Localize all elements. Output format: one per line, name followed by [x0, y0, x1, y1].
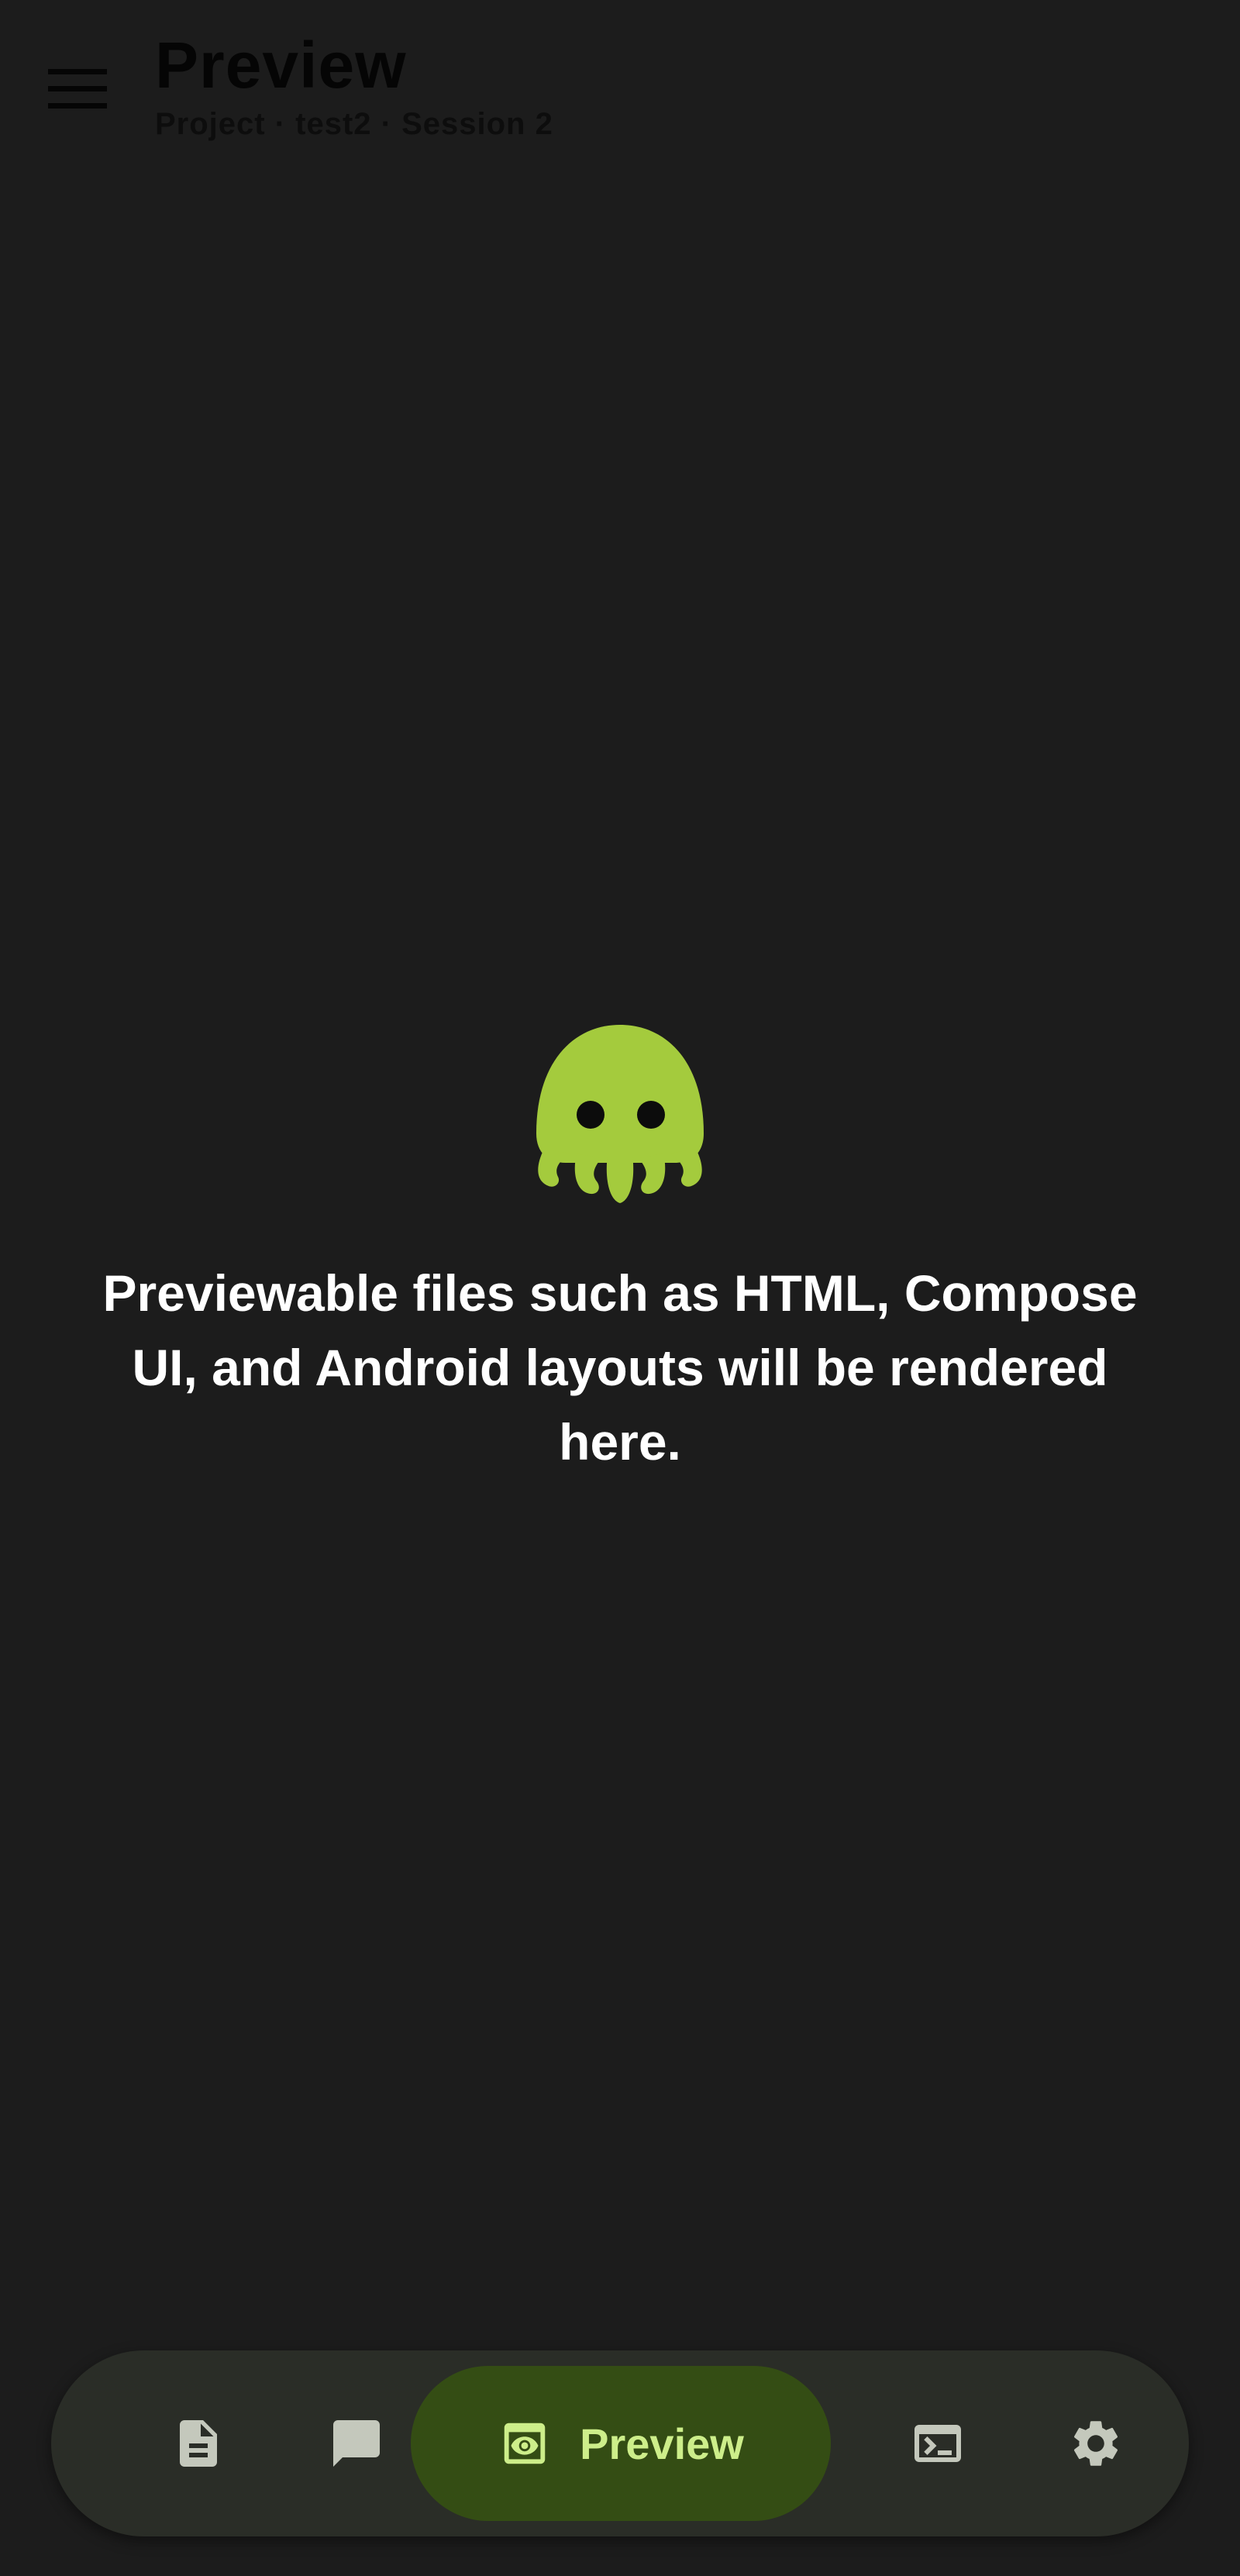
hamburger-menu-icon — [48, 69, 107, 109]
menu-button[interactable] — [31, 47, 124, 132]
top-app-bar: Preview Project · test2 · Session 2 — [0, 0, 1240, 171]
nav-preview-button[interactable]: Preview — [411, 2366, 831, 2521]
page-title: Preview — [155, 29, 407, 102]
title-block: Preview Project · test2 · Session 2 — [155, 22, 553, 146]
gear-icon — [1073, 2421, 1118, 2466]
nav-chat-button[interactable] — [302, 2389, 411, 2498]
chat-icon — [333, 2420, 380, 2467]
terminal-icon — [914, 2425, 961, 2462]
bottom-navigation-bar: Preview — [51, 2350, 1189, 2536]
empty-state: Previewable files such as HTML, Compose … — [78, 1016, 1162, 1479]
document-icon — [180, 2420, 217, 2467]
nav-preview-label: Preview — [580, 2419, 744, 2468]
page-subtitle: Project · test2 · Session 2 — [155, 107, 553, 141]
nav-files-button[interactable] — [144, 2389, 253, 2498]
nav-settings-button[interactable] — [1042, 2389, 1150, 2498]
octopus-mascot-icon — [536, 1025, 704, 1203]
nav-terminal-button[interactable] — [884, 2389, 992, 2498]
preview-eye-icon — [504, 2423, 546, 2464]
empty-state-message: Previewable files such as HTML, Compose … — [102, 1264, 1138, 1471]
